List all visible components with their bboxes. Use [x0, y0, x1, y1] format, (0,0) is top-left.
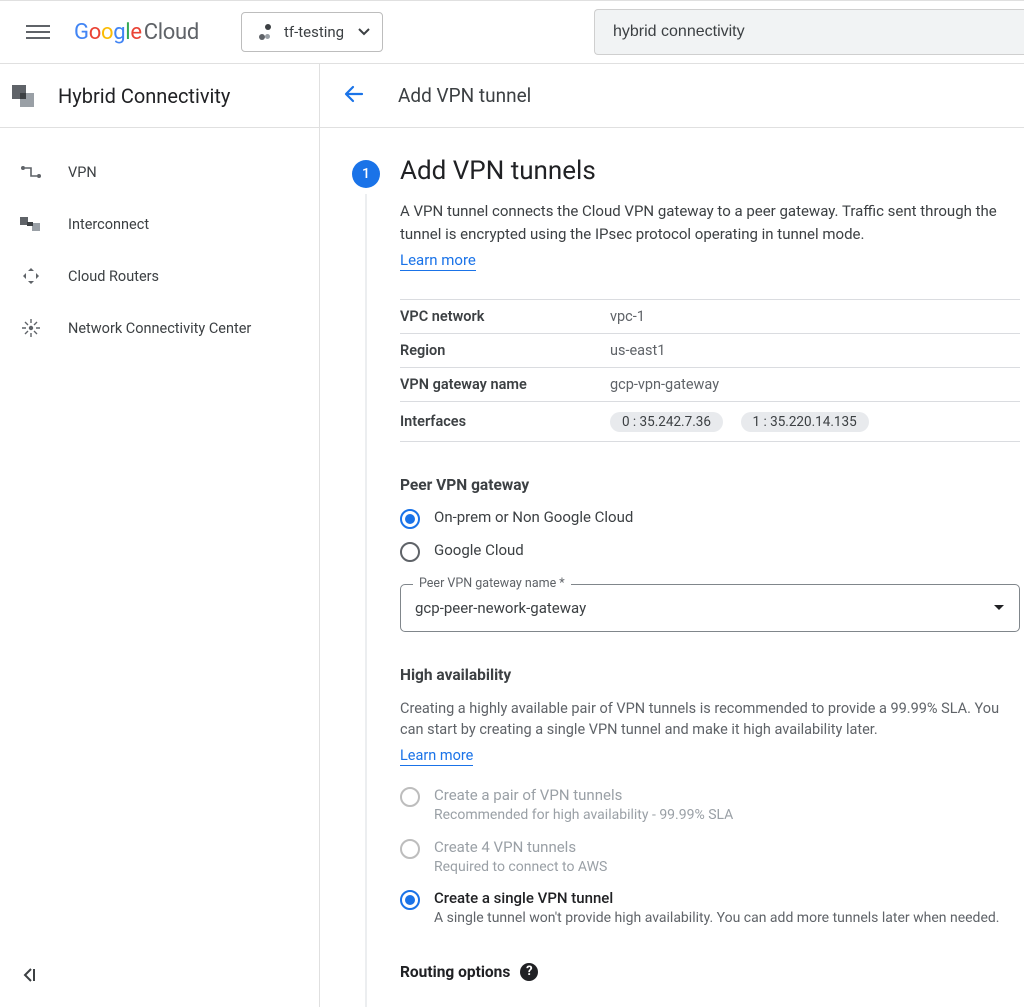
learn-more-link[interactable]: Learn more [400, 251, 476, 271]
table-row: VPC network vpc-1 [400, 300, 1020, 334]
back-arrow-icon[interactable] [342, 82, 366, 110]
radio-label: Create a single VPN tunnel [434, 889, 999, 907]
sidebar-item-label: VPN [68, 164, 97, 181]
table-row: Region us-east1 [400, 334, 1020, 368]
ha-learn-more-link[interactable]: Learn more [400, 747, 473, 766]
prop-key: Interfaces [400, 413, 610, 430]
radio-sublabel: Required to connect to AWS [434, 858, 607, 878]
radio-sublabel: A single tunnel won't provide high avail… [434, 909, 999, 929]
radio-ha-pair[interactable]: Create a pair of VPN tunnels Recommended… [400, 786, 1020, 826]
radio-label: Google Cloud [434, 541, 524, 559]
step-title: Add VPN tunnels [400, 156, 1020, 186]
peer-section-heading: Peer VPN gateway [400, 476, 1020, 494]
table-row: VPN gateway name gcp-vpn-gateway [400, 368, 1020, 402]
prop-value: gcp-vpn-gateway [610, 376, 719, 393]
sidebar-title: Hybrid Connectivity [58, 84, 230, 108]
radio-icon [400, 509, 420, 529]
table-row: Interfaces 0 : 35.242.7.36 1 : 35.220.14… [400, 402, 1020, 442]
peer-gateway-name-select[interactable]: Peer VPN gateway name * gcp-peer-nework-… [400, 584, 1020, 632]
search-box[interactable] [594, 9, 1024, 55]
sidebar-item-ncc[interactable]: Network Connectivity Center [0, 302, 319, 354]
ha-section-heading: High availability [400, 666, 1020, 684]
main: Add VPN tunnel 1 Add VPN tunnels A VPN t… [320, 64, 1024, 1007]
hamburger-menu-icon[interactable] [14, 8, 62, 56]
caret-down-icon [358, 28, 370, 36]
collapse-sidebar-icon[interactable] [18, 965, 42, 989]
step-description: A VPN tunnel connects the Cloud VPN gate… [400, 200, 1020, 247]
top-bar: GoogleCloud tf-testing [0, 0, 1024, 64]
routing-label: Routing options [400, 963, 510, 981]
radio-peer-gcp[interactable]: Google Cloud [400, 541, 1020, 562]
sidebar-item-label: Network Connectivity Center [68, 320, 251, 337]
radio-ha-four[interactable]: Create 4 VPN tunnels Required to connect… [400, 838, 1020, 878]
interface-chip: 1 : 35.220.14.135 [741, 412, 869, 432]
hybrid-connectivity-icon [10, 82, 38, 110]
search-input[interactable] [613, 23, 1006, 41]
routing-options-heading: Routing options ? [400, 963, 1020, 981]
field-value: gcp-peer-nework-gateway [415, 599, 586, 617]
prop-value: us-east1 [610, 342, 665, 359]
vpn-icon [20, 161, 42, 183]
field-label: Peer VPN gateway name * [413, 576, 571, 591]
step-badge: 1 [352, 160, 380, 188]
page-title: Add VPN tunnel [398, 84, 531, 107]
radio-sublabel: Recommended for high availability - 99.9… [434, 806, 733, 826]
sidebar-item-interconnect[interactable]: Interconnect [0, 198, 319, 250]
radio-icon [400, 542, 420, 562]
cloud-routers-icon [20, 265, 42, 287]
caret-down-icon [993, 604, 1005, 612]
sidebar: Hybrid Connectivity VPN Interconnect Clo… [0, 64, 320, 1007]
prop-key: Region [400, 342, 610, 359]
gateway-properties-table: VPC network vpc-1 Region us-east1 VPN ga… [400, 299, 1020, 442]
radio-ha-single[interactable]: Create a single VPN tunnel A single tunn… [400, 889, 1020, 929]
radio-label: Create a pair of VPN tunnels [434, 786, 733, 804]
radio-icon [400, 787, 420, 807]
interface-chip: 0 : 35.242.7.36 [610, 412, 723, 432]
sidebar-item-label: Interconnect [68, 216, 149, 233]
interconnect-icon [20, 213, 42, 235]
ha-description: Creating a highly available pair of VPN … [400, 698, 1020, 742]
prop-key: VPN gateway name [400, 376, 610, 393]
prop-value: vpc-1 [610, 308, 645, 325]
radio-icon [400, 839, 420, 859]
radio-label: Create 4 VPN tunnels [434, 838, 607, 856]
radio-label: On-prem or Non Google Cloud [434, 508, 633, 526]
radio-icon [400, 890, 420, 910]
help-icon[interactable]: ? [520, 963, 538, 981]
network-connectivity-center-icon [20, 317, 42, 339]
sidebar-header: Hybrid Connectivity [0, 64, 319, 128]
google-cloud-logo[interactable]: GoogleCloud [74, 20, 199, 45]
project-picker[interactable]: tf-testing [241, 12, 383, 52]
sidebar-item-vpn[interactable]: VPN [0, 146, 319, 198]
sidebar-item-label: Cloud Routers [68, 268, 159, 285]
prop-key: VPC network [400, 308, 610, 325]
project-icon [254, 22, 274, 42]
project-name: tf-testing [284, 23, 344, 41]
radio-peer-onprem[interactable]: On-prem or Non Google Cloud [400, 508, 1020, 529]
main-header: Add VPN tunnel [320, 64, 1024, 128]
sidebar-item-cloud-routers[interactable]: Cloud Routers [0, 250, 319, 302]
